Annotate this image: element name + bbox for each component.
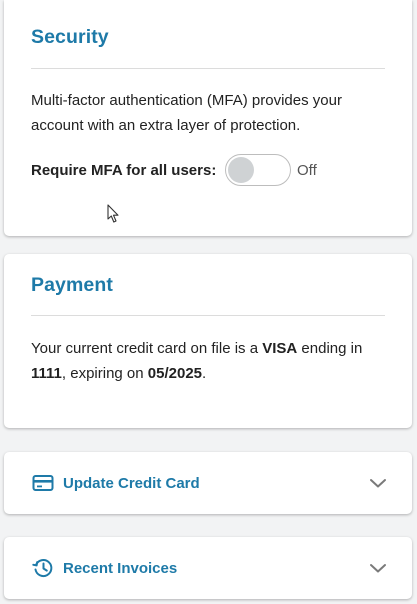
- payment-text-middle: ending in: [297, 340, 363, 357]
- chevron-down-icon[interactable]: [368, 473, 388, 493]
- payment-text-expiry: , expiring on: [61, 365, 148, 382]
- recent-invoices-label: Recent Invoices: [63, 559, 178, 577]
- payment-text-prefix: Your current credit card on file is a: [31, 340, 263, 357]
- payment-title: Payment: [31, 274, 113, 296]
- update-credit-card-accordion[interactable]: Update Credit Card: [4, 452, 412, 514]
- chevron-down-icon[interactable]: [368, 558, 388, 578]
- history-icon: [31, 556, 55, 580]
- credit-card-icon: [31, 471, 55, 495]
- card-last4: 1111: [31, 365, 62, 382]
- mfa-toggle-state: Off: [297, 161, 317, 179]
- payment-card: Payment Your current credit card on file…: [4, 254, 412, 428]
- card-expiry: 05/2025: [147, 365, 203, 382]
- mfa-description: Multi-factor authentication (MFA) provid…: [31, 92, 342, 134]
- mouse-cursor-icon: [107, 204, 121, 224]
- update-credit-card-label: Update Credit Card: [63, 474, 200, 492]
- mfa-setting-row: Require MFA for all users: Off: [31, 152, 317, 188]
- security-divider: [31, 68, 385, 69]
- recent-invoices-accordion[interactable]: Recent Invoices: [4, 537, 412, 599]
- mfa-toggle[interactable]: [225, 154, 291, 186]
- mfa-label: Require MFA for all users:: [31, 161, 217, 179]
- payment-divider: [31, 315, 385, 316]
- security-card: Security Multi-factor authentication (MF…: [4, 0, 412, 236]
- toggle-knob: [228, 157, 254, 183]
- card-brand: VISA: [262, 340, 298, 357]
- security-title: Security: [31, 26, 109, 48]
- payment-description: Your current credit card on file is a VI…: [31, 336, 382, 386]
- payment-text-end: .: [202, 365, 207, 382]
